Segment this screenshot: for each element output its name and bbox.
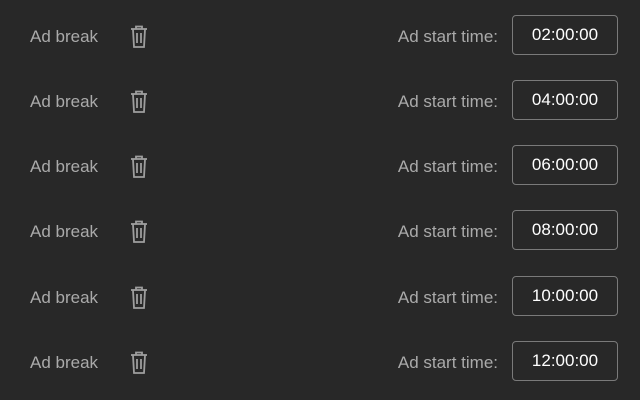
ad-break-row: Ad break Ad start time: bbox=[0, 210, 640, 254]
ad-break-label: Ad break bbox=[30, 27, 99, 46]
ad-start-time-input[interactable] bbox=[512, 210, 618, 250]
ad-start-time-input[interactable] bbox=[512, 145, 618, 185]
ad-break-label: Ad break bbox=[30, 353, 99, 372]
ad-break-label: Ad break bbox=[30, 92, 99, 111]
trash-icon[interactable] bbox=[129, 25, 149, 49]
trash-icon[interactable] bbox=[129, 286, 149, 310]
ad-break-label: Ad break bbox=[30, 157, 99, 176]
ad-start-time-label: Ad start time: bbox=[397, 353, 498, 372]
ad-break-list: Ad break Ad start time: Ad break Ad star… bbox=[0, 0, 640, 400]
ad-start-time-label: Ad start time: bbox=[397, 92, 498, 111]
ad-start-time-label: Ad start time: bbox=[397, 27, 498, 46]
ad-break-label: Ad break bbox=[30, 288, 99, 307]
ad-break-row: Ad break Ad start time: bbox=[0, 145, 640, 189]
ad-break-label: Ad break bbox=[30, 222, 99, 241]
ad-start-time-label: Ad start time: bbox=[397, 222, 498, 241]
ad-start-time-label: Ad start time: bbox=[397, 288, 498, 307]
ad-break-row: Ad break Ad start time: bbox=[0, 276, 640, 320]
trash-icon[interactable] bbox=[129, 220, 149, 244]
ad-start-time-input[interactable] bbox=[512, 341, 618, 381]
ad-break-row: Ad break Ad start time: bbox=[0, 341, 640, 385]
trash-icon[interactable] bbox=[129, 90, 149, 114]
ad-start-time-input[interactable] bbox=[512, 15, 618, 55]
ad-break-row: Ad break Ad start time: bbox=[0, 15, 640, 59]
trash-icon[interactable] bbox=[129, 351, 149, 375]
ad-start-time-input[interactable] bbox=[512, 276, 618, 316]
trash-icon[interactable] bbox=[129, 155, 149, 179]
ad-start-time-label: Ad start time: bbox=[397, 157, 498, 176]
ad-start-time-input[interactable] bbox=[512, 80, 618, 120]
ad-break-row: Ad break Ad start time: bbox=[0, 80, 640, 124]
